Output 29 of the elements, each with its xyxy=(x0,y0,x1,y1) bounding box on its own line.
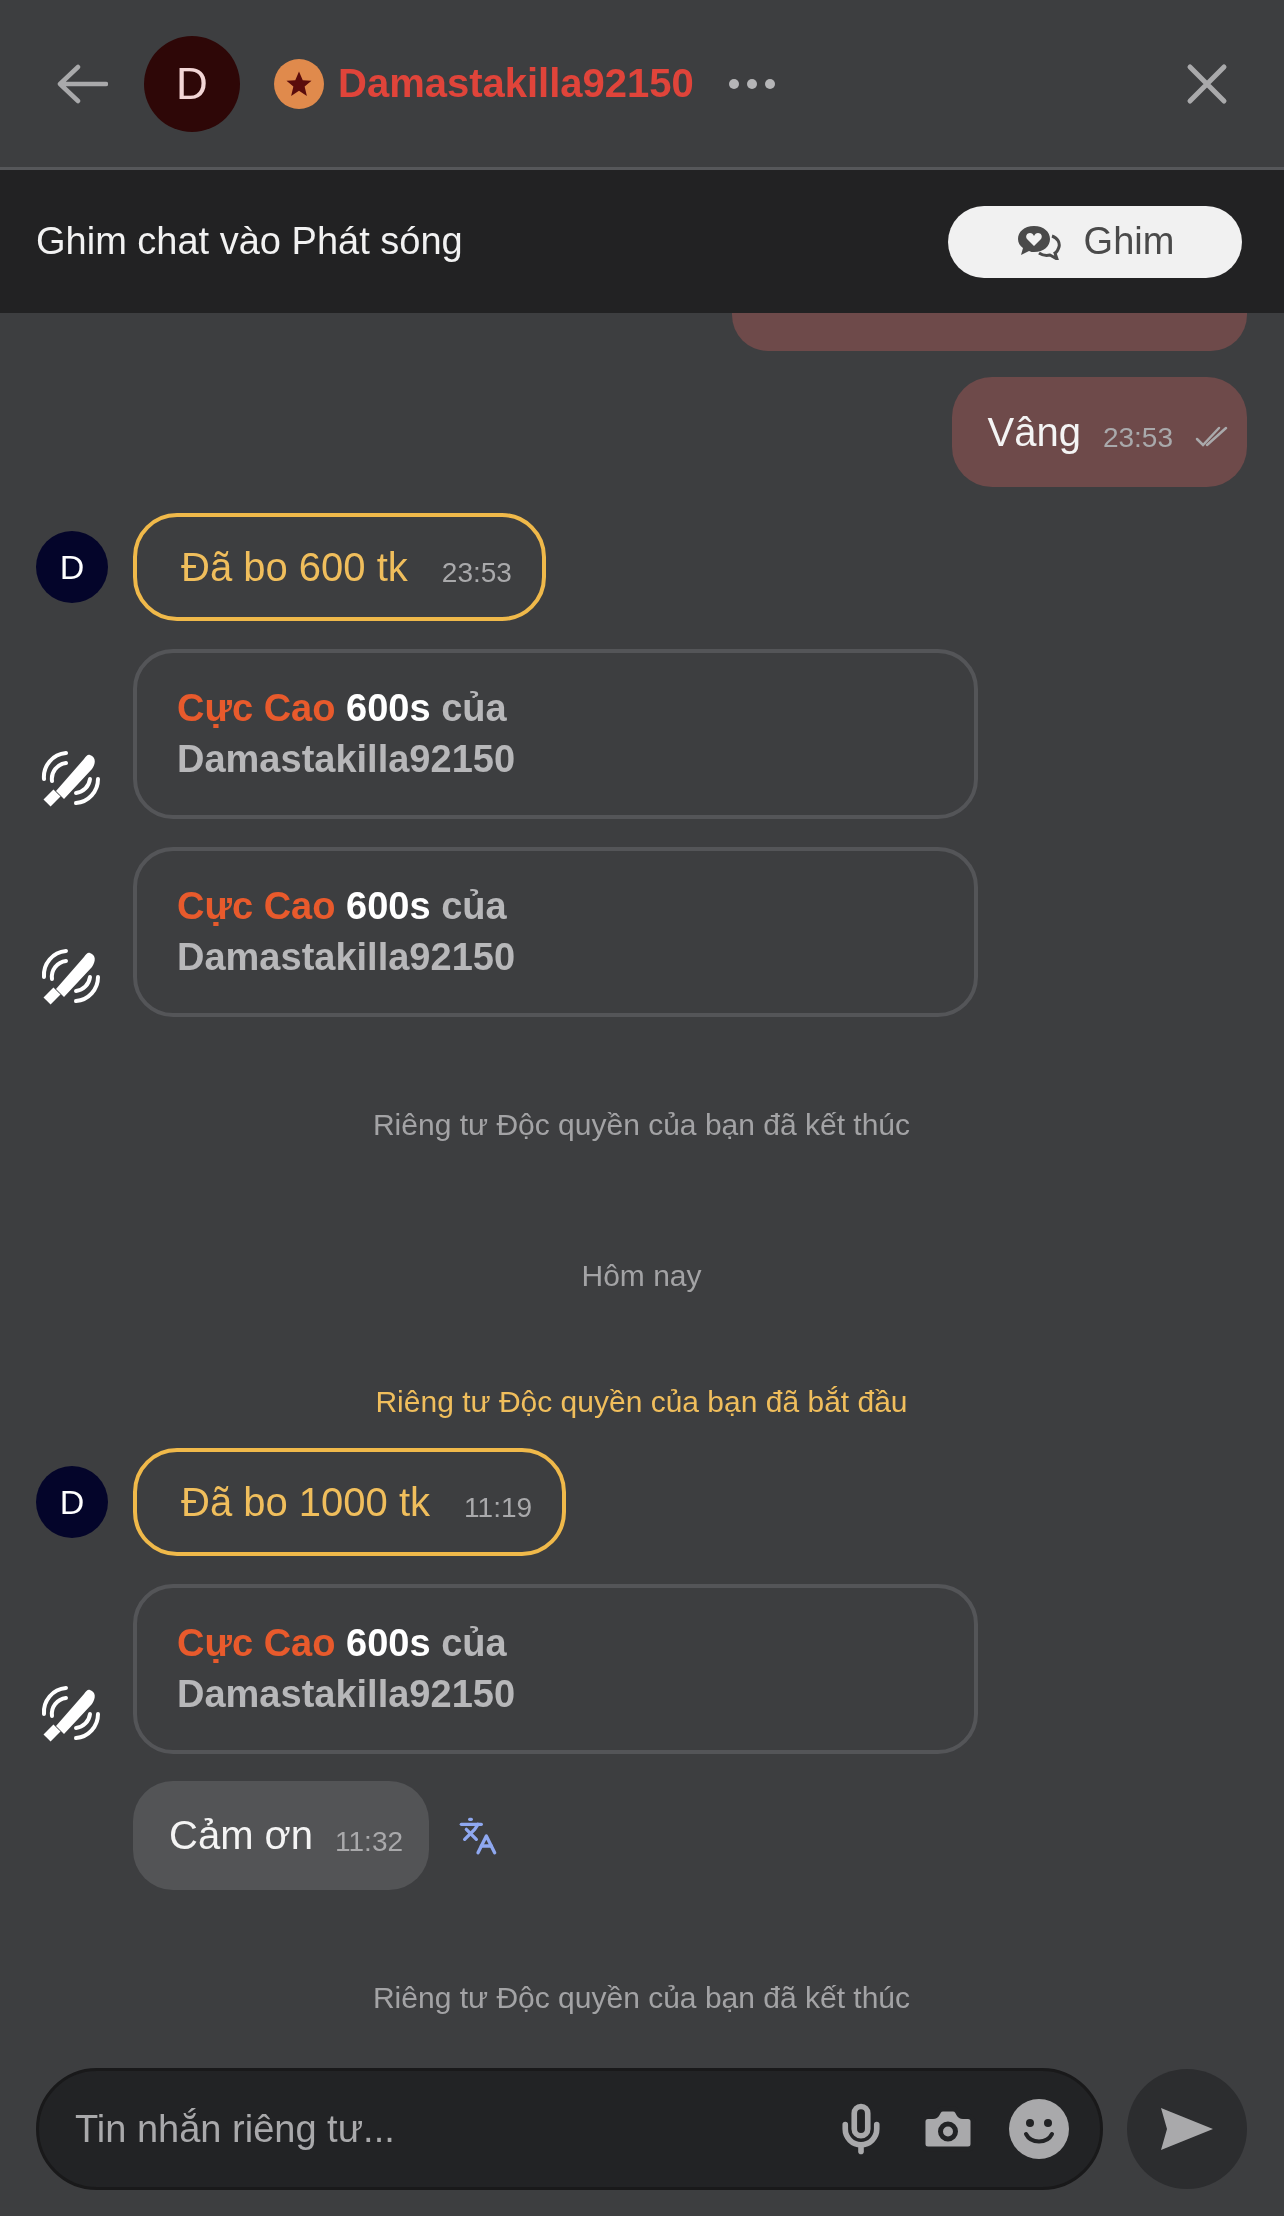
system-notice: Riêng tư Độc quyền của bạn đã kết thúc xyxy=(372,1980,911,2016)
close-button[interactable] xyxy=(1186,62,1228,105)
date-divider: Hôm nay xyxy=(581,1258,702,1294)
system-notice: Riêng tư Độc quyền của bạn đã kết thúc xyxy=(372,1107,911,1143)
message-time: 23:53 xyxy=(441,557,512,589)
translate-icon[interactable] xyxy=(458,1815,499,1856)
message-text: Vâng xyxy=(987,409,1081,455)
chat-heart-icon xyxy=(1015,223,1062,260)
message-time: 23:53 xyxy=(1102,422,1173,454)
send-icon xyxy=(1159,2106,1215,2152)
pin-button[interactable]: Ghim xyxy=(948,205,1242,278)
tip-text: Đã bo 1000 tk xyxy=(181,1479,431,1525)
user-avatar[interactable]: D xyxy=(144,35,240,132)
gift-text: Cực Cao 600s của Damastakilla92150 xyxy=(177,686,516,782)
message-field[interactable]: Tin nhắn riêng tư... xyxy=(36,2068,1103,2190)
user-avatar: D xyxy=(36,531,108,603)
message-time: 11:19 xyxy=(464,1492,533,1524)
pin-banner-text: Ghim chat vào Phát sóng xyxy=(36,220,463,263)
emoji-icon[interactable] xyxy=(1008,2098,1070,2160)
message-text: Cảm ơn xyxy=(169,1813,314,1858)
gift-text: Cực Cao 600s của Damastakilla92150 xyxy=(177,884,516,980)
tip-text: Đã bo 600 tk xyxy=(181,544,408,590)
user-avatar: D xyxy=(36,1466,108,1538)
gift-text: Cực Cao 600s của Damastakilla92150 xyxy=(177,1621,516,1717)
message-input-field[interactable]: Tin nhắn riêng tư... xyxy=(73,2106,804,2152)
system-notice: Riêng tư Độc quyền của bạn đã bắt đầu xyxy=(375,1384,908,1420)
message-time: 11:32 xyxy=(335,1825,404,1858)
more-button[interactable] xyxy=(727,77,776,90)
back-button[interactable] xyxy=(56,63,108,104)
